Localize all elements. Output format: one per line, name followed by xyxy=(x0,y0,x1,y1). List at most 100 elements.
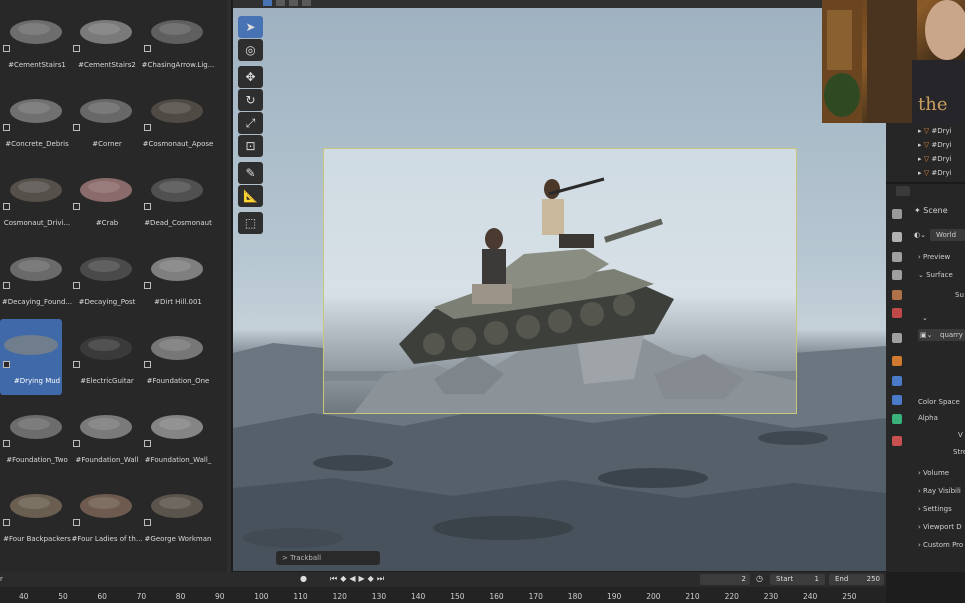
rotate-tool[interactable]: ↻ xyxy=(238,89,263,111)
surface-value[interactable]: Su xyxy=(955,291,964,299)
collection-tab-icon[interactable] xyxy=(892,333,902,343)
move-tool[interactable]: ✥ xyxy=(238,66,263,88)
play-icon[interactable]: ▶ xyxy=(359,574,368,583)
surface-panel[interactable]: ⌄ Surface xyxy=(918,271,953,279)
chevron-down-icon[interactable]: ⌄ xyxy=(922,314,928,322)
prev-keyframe-icon[interactable]: ◆ xyxy=(340,574,349,583)
asset-item[interactable]: #Foundation_Wall_ xyxy=(141,398,211,477)
annotate-tool[interactable]: ✎ xyxy=(238,162,263,184)
view-layer-tab-icon[interactable] xyxy=(892,270,902,280)
asset-item[interactable]: #Foundation_Two xyxy=(0,398,70,477)
asset-item[interactable]: #Corner xyxy=(70,82,140,161)
tool-tab-icon[interactable] xyxy=(892,209,902,219)
asset-checkbox[interactable] xyxy=(3,282,10,289)
settings-panel[interactable]: › Settings xyxy=(918,505,952,513)
select-mode-icon[interactable] xyxy=(263,0,272,6)
ray-visibility-panel[interactable]: › Ray Visibili xyxy=(918,487,961,495)
expand-arrow-icon[interactable]: ▸ xyxy=(918,127,922,135)
asset-checkbox[interactable] xyxy=(73,519,80,526)
start-frame-field[interactable]: Start 1 xyxy=(770,574,825,585)
asset-checkbox[interactable] xyxy=(73,124,80,131)
asset-checkbox[interactable] xyxy=(3,440,10,447)
viewport-display-panel[interactable]: › Viewport D xyxy=(918,523,962,531)
outliner-row[interactable]: ▸ ▽ #Dryi xyxy=(918,169,952,177)
asset-item[interactable]: #Drying Mud xyxy=(0,319,70,398)
measure-tool[interactable]: 📐 xyxy=(238,185,263,207)
asset-checkbox[interactable] xyxy=(73,203,80,210)
object-tab-icon[interactable] xyxy=(892,356,902,366)
scale-tool[interactable]: ⤢ xyxy=(238,112,263,134)
physics-tab-icon[interactable] xyxy=(892,395,902,405)
modifier-tab-icon[interactable] xyxy=(892,376,902,386)
add-cube-tool[interactable]: ⬚ xyxy=(238,212,263,234)
asset-checkbox[interactable] xyxy=(73,361,80,368)
asset-checkbox[interactable] xyxy=(3,124,10,131)
asset-item[interactable]: #Crab xyxy=(70,161,140,240)
asset-item[interactable]: #Foundation_One xyxy=(141,319,211,398)
asset-item[interactable]: #Foundation_Wall xyxy=(70,398,140,477)
asset-checkbox[interactable] xyxy=(73,440,80,447)
asset-item[interactable]: #George Workman xyxy=(141,477,211,556)
asset-checkbox[interactable] xyxy=(3,361,10,368)
asset-item[interactable]: #CementStairs1 xyxy=(0,3,70,82)
outliner-row[interactable]: ▸ ▽ #Dryi xyxy=(918,127,952,135)
play-reverse-icon[interactable]: ◀ xyxy=(349,574,358,583)
asset-item[interactable]: #CementStairs2 xyxy=(70,3,140,82)
asset-checkbox[interactable] xyxy=(3,45,10,52)
asset-item[interactable]: Cosmonaut_Drivi... xyxy=(0,161,70,240)
custom-properties-panel[interactable]: › Custom Pro xyxy=(918,541,963,549)
asset-checkbox[interactable] xyxy=(144,440,151,447)
asset-checkbox[interactable] xyxy=(73,45,80,52)
asset-checkbox[interactable] xyxy=(144,203,151,210)
asset-item[interactable]: #ChasingArrow.Lig... xyxy=(141,3,214,82)
last-operator-panel[interactable]: > Trackball xyxy=(276,551,380,565)
current-frame-field[interactable]: 2 xyxy=(700,574,750,585)
asset-item[interactable]: #Four Backpackers xyxy=(0,477,71,556)
next-keyframe-icon[interactable]: ◆ xyxy=(368,574,377,583)
asset-item[interactable]: #Decaying_Found... xyxy=(0,240,72,319)
scene-tab-icon[interactable] xyxy=(892,290,902,300)
3d-viewport[interactable]: ➤ ◎ ✥ ↻ ⤢ ⊡ ✎ 📐 ⬚ > Trackball xyxy=(233,8,886,571)
jump-end-icon[interactable]: ⏭ xyxy=(377,574,387,583)
constraints-tab-icon[interactable] xyxy=(892,414,902,424)
texture-tab-icon[interactable] xyxy=(892,436,902,446)
asset-scrollbar[interactable] xyxy=(227,0,231,572)
render-tab-icon[interactable] xyxy=(892,232,902,242)
select-mode-icon[interactable] xyxy=(289,0,298,6)
expand-arrow-icon[interactable]: ▸ xyxy=(918,155,922,163)
expand-arrow-icon[interactable]: ▸ xyxy=(918,141,922,149)
select-box-tool[interactable]: ➤ xyxy=(238,16,263,38)
asset-checkbox[interactable] xyxy=(144,124,151,131)
asset-item[interactable]: #Four Ladies of th... xyxy=(70,477,143,556)
asset-checkbox[interactable] xyxy=(73,282,80,289)
asset-checkbox[interactable] xyxy=(3,519,10,526)
asset-item[interactable]: #Concrete_Debris xyxy=(0,82,70,161)
asset-checkbox[interactable] xyxy=(144,519,151,526)
asset-item[interactable]: #Dead_Cosmonaut xyxy=(141,161,212,240)
output-tab-icon[interactable] xyxy=(892,252,902,262)
asset-checkbox[interactable] xyxy=(144,45,151,52)
asset-item[interactable]: #Dirt Hill.001 xyxy=(141,240,211,319)
asset-checkbox[interactable] xyxy=(144,282,151,289)
preview-panel[interactable]: › Preview xyxy=(918,253,950,261)
jump-start-icon[interactable]: ⏮ xyxy=(330,574,340,583)
expand-arrow-icon[interactable]: ▸ xyxy=(918,169,922,177)
outliner-row[interactable]: ▸ ▽ #Dryi xyxy=(918,141,952,149)
select-mode-icon[interactable] xyxy=(276,0,285,6)
asset-checkbox[interactable] xyxy=(3,203,10,210)
editor-type-icon[interactable] xyxy=(896,186,910,196)
select-mode-icon[interactable] xyxy=(302,0,311,6)
asset-checkbox[interactable] xyxy=(144,361,151,368)
scene-field[interactable]: ✦ Scene xyxy=(914,206,948,215)
asset-item[interactable]: #Cosmonaut_Apose xyxy=(141,82,213,161)
transform-tool[interactable]: ⊡ xyxy=(238,135,263,157)
end-frame-field[interactable]: End 250 xyxy=(829,574,884,585)
asset-item[interactable]: #ElectricGuitar xyxy=(70,319,140,398)
outliner-row[interactable]: ▸ ▽ #Dryi xyxy=(918,155,952,163)
world-tab-icon[interactable] xyxy=(892,308,902,318)
keyframe-dot-icon[interactable]: ● xyxy=(300,574,308,584)
world-field[interactable]: World xyxy=(930,229,965,241)
cursor-tool[interactable]: ◎ xyxy=(238,39,263,61)
asset-item[interactable]: #Decaying_Post xyxy=(70,240,140,319)
volume-panel[interactable]: › Volume xyxy=(918,469,949,477)
